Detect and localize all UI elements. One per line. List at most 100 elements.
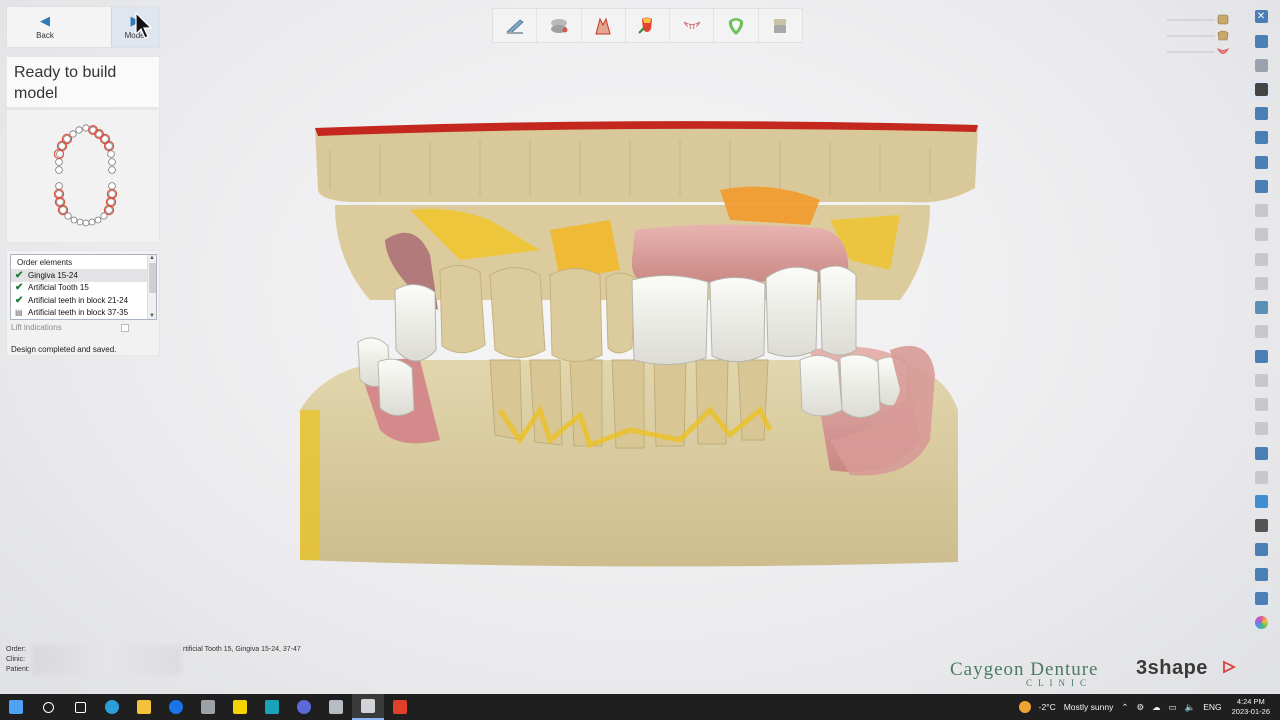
- model-preview-button[interactable]: [1250, 297, 1272, 319]
- edge-browser-taskbar-button[interactable]: [96, 694, 128, 720]
- clinic-label: Clinic:: [6, 656, 26, 663]
- file-explorer-taskbar-button[interactable]: [128, 694, 160, 720]
- media-player-taskbar-button[interactable]: [288, 694, 320, 720]
- gingiva-visibility-slider[interactable]: [1165, 44, 1231, 60]
- ruler-button[interactable]: [1250, 563, 1272, 585]
- jaw-section-button[interactable]: [1250, 345, 1272, 367]
- tooth-library-tool-button[interactable]: [714, 9, 759, 42]
- onedrive-icon[interactable]: ☁: [1152, 702, 1161, 713]
- disabled-tool-icon: [1254, 276, 1268, 290]
- task-view-icon: [74, 701, 86, 713]
- scalpel-tool-button[interactable]: [493, 9, 538, 42]
- brand-logo: Caygeon Denture CLINIC 3shape: [950, 657, 1240, 691]
- order-element-row[interactable]: ✔ Artificial Tooth 15: [11, 282, 156, 295]
- model-base-tool-button[interactable]: [759, 9, 802, 42]
- order-label: Order:: [6, 646, 26, 653]
- volume-icon[interactable]: 🔈: [1185, 702, 1196, 713]
- search-taskbar-button[interactable]: [32, 694, 64, 720]
- tooth-chart-icon: [53, 124, 118, 227]
- settings-tray-icon[interactable]: ⚙: [1136, 702, 1144, 713]
- gum-tool-button[interactable]: [670, 9, 715, 42]
- scroll-up-icon[interactable]: ▲: [149, 255, 155, 261]
- vendor-logo: 3shape: [1136, 657, 1208, 679]
- view-front-button[interactable]: [1250, 103, 1272, 125]
- weather-temp[interactable]: -2°C: [1039, 702, 1056, 712]
- tooth-outline-button[interactable]: [1250, 515, 1272, 537]
- weather-text[interactable]: Mostly sunny: [1064, 702, 1114, 712]
- windows-taskbar: -2°C Mostly sunny ⌃ ⚙ ☁ ▭ 🔈 ENG 4:24 PM …: [0, 694, 1280, 720]
- disabled-tool-button[interactable]: [1250, 273, 1272, 295]
- workflow-toolbar: [492, 8, 803, 43]
- view-front-icon: [1254, 107, 1268, 121]
- order-element-row[interactable]: ✔ Gingiva 15-24: [11, 269, 156, 282]
- gingiva-visibility-icon: [1217, 47, 1229, 54]
- vendor-triangle-icon: [1223, 660, 1236, 674]
- disabled-tool-button[interactable]: [1250, 200, 1272, 222]
- order-element-row[interactable]: ✔ Artificial teeth in block 21-24: [11, 294, 156, 307]
- clock[interactable]: 4:24 PM 2023-01-26: [1232, 697, 1270, 717]
- back-button[interactable]: ◀ Back: [7, 7, 83, 47]
- teeth-setup-tool-button[interactable]: [582, 9, 626, 42]
- disabled-tool-button[interactable]: [1250, 370, 1272, 392]
- visibility-sliders: [1165, 12, 1231, 60]
- dental-system-taskbar-button[interactable]: [320, 694, 352, 720]
- occlusion-view-button[interactable]: [1250, 54, 1272, 76]
- disabled-tool-button[interactable]: [1250, 418, 1272, 440]
- gingiva-color-tool-icon: [638, 17, 653, 34]
- tooth-outline-icon: [1254, 519, 1268, 533]
- disabled-tool-button[interactable]: [1250, 394, 1272, 416]
- teeth-visibility-slider[interactable]: [1165, 28, 1231, 44]
- screenshot-tool-taskbar-button[interactable]: [192, 694, 224, 720]
- lift-indications-checkbox[interactable]: [121, 323, 129, 332]
- view-side-button[interactable]: [1250, 151, 1272, 173]
- view-top-button[interactable]: [1250, 176, 1272, 198]
- camtasia-taskbar-button[interactable]: [384, 694, 416, 720]
- disabled-tool-button[interactable]: [1250, 321, 1272, 343]
- c-app-icon: [265, 700, 279, 714]
- language-indicator[interactable]: ENG: [1203, 702, 1221, 712]
- 3d-model-viewport[interactable]: [290, 110, 990, 580]
- weather-icon[interactable]: [1018, 701, 1031, 713]
- teeth-visibility-icon: [1217, 30, 1229, 41]
- disabled-tool-button[interactable]: [1250, 224, 1272, 246]
- c-app-taskbar-button[interactable]: [256, 694, 288, 720]
- color-map-button[interactable]: [1250, 442, 1272, 464]
- order-elements-summary: rtificial Tooth 15, Gingiva 15-24, 37-47: [183, 646, 301, 653]
- dental-arch-map[interactable]: [6, 109, 160, 243]
- scroll-thumb[interactable]: [148, 263, 156, 293]
- upper-model-visibility-slider[interactable]: [1165, 12, 1231, 28]
- order-elements-list[interactable]: Order elements ✔ Gingiva 15-24 ✔ Artific…: [10, 254, 157, 320]
- ruler-icon: [1254, 567, 1268, 581]
- order-list-scrollbar[interactable]: ▲ ▼: [147, 255, 156, 319]
- disabled-tool-button[interactable]: [1250, 248, 1272, 270]
- teamviewer-taskbar-button[interactable]: [160, 694, 192, 720]
- denture-3d-model: [300, 121, 978, 567]
- articulator-tool-button[interactable]: [537, 9, 582, 42]
- system-tray: -2°C Mostly sunny ⌃ ⚙ ☁ ▭ 🔈 ENG 4:24 PM …: [1015, 694, 1280, 720]
- order-element-label: Artificial teeth in block 21-24: [28, 295, 129, 305]
- order-element-row[interactable]: ▤ Artificial teeth in block 37-35: [11, 307, 156, 320]
- task-view-taskbar-button[interactable]: [64, 694, 96, 720]
- print-preview-button[interactable]: [1250, 587, 1272, 610]
- gingiva-color-tool-button[interactable]: [626, 9, 671, 42]
- measure-button[interactable]: [1250, 539, 1272, 561]
- tutorial-cap-button[interactable]: [1250, 78, 1272, 101]
- design-status-message: Design completed and saved.: [11, 345, 117, 354]
- chevron-up-icon[interactable]: ⌃: [1121, 702, 1128, 713]
- view-back-button[interactable]: [1250, 127, 1272, 149]
- network-icon[interactable]: ▭: [1169, 702, 1177, 713]
- sticky-notes-taskbar-button[interactable]: [224, 694, 256, 720]
- disabled-tool-button[interactable]: [1250, 466, 1272, 488]
- color-wheel-button[interactable]: [1250, 612, 1272, 634]
- windows-start-taskbar-button[interactable]: [0, 694, 32, 720]
- denture-design-taskbar-button[interactable]: [352, 694, 384, 720]
- view-top-icon: [1254, 179, 1268, 193]
- teeth-setup-tool-icon: [595, 17, 611, 34]
- scroll-down-icon[interactable]: ▼: [149, 313, 155, 319]
- chat-bubble-button[interactable]: [1250, 491, 1272, 513]
- color-map-icon: [1254, 446, 1268, 460]
- fullscreen-button[interactable]: [1250, 30, 1272, 52]
- teamviewer-icon: [169, 700, 183, 714]
- disabled-tool-icon: [1254, 228, 1268, 242]
- close-button[interactable]: ✕: [1250, 6, 1272, 28]
